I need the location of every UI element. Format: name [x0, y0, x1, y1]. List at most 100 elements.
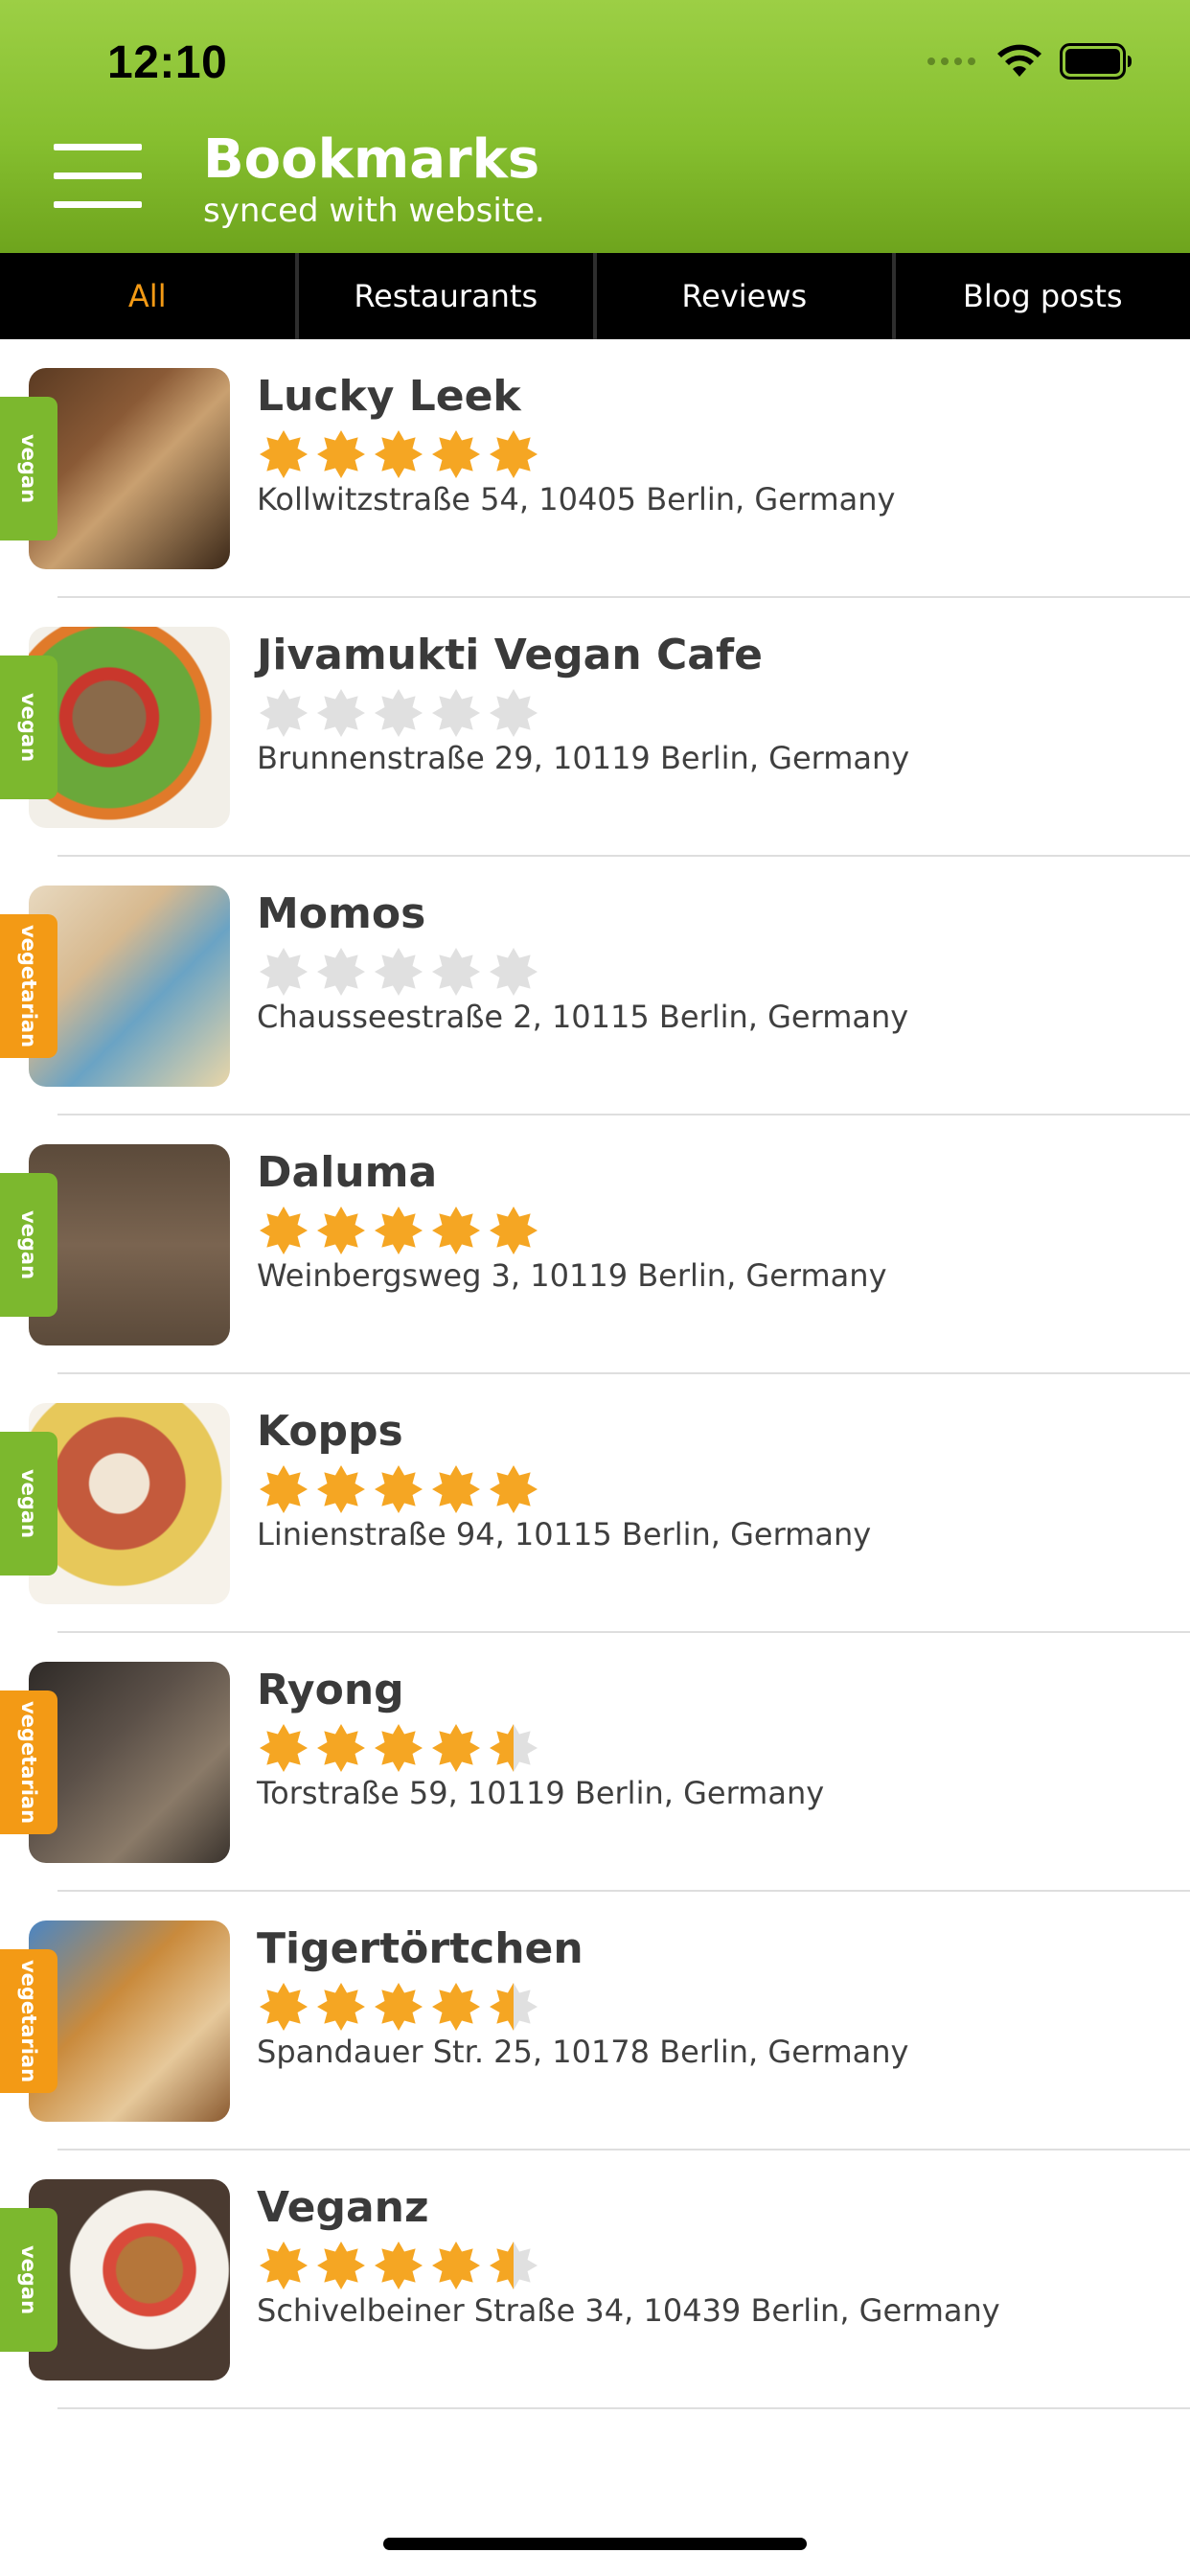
status-indicators	[927, 42, 1133, 80]
vegetarian-tag: vegetarian	[0, 1949, 57, 2093]
star-icon	[255, 2237, 312, 2294]
restaurant-name: Kopps	[257, 1407, 403, 1456]
dining-room-photo	[29, 1662, 230, 1863]
list-item[interactable]: vegan Daluma Weinbergsweg 3, 10119 Berli…	[0, 1116, 1190, 1374]
vegetarian-tag: vegetarian	[0, 1690, 57, 1834]
star-icon	[312, 943, 370, 1000]
tab-restaurants[interactable]: Restaurants	[294, 253, 594, 339]
menu-button[interactable]	[54, 142, 142, 211]
restaurant-address: Brunnenstraße 29, 10119 Berlin, Germany	[257, 740, 910, 776]
vegan-tag: vegan	[0, 1432, 57, 1576]
star-icon	[485, 943, 542, 1000]
plated-dish-photo	[29, 1403, 230, 1604]
vegetarian-tag: vegetarian	[0, 914, 57, 1058]
tab-blog-posts[interactable]: Blog posts	[891, 253, 1190, 339]
restaurant-address: Chausseestraße 2, 10115 Berlin, Germany	[257, 999, 909, 1035]
restaurant-name: Tigertörtchen	[257, 1924, 584, 1973]
page-subtitle: synced with website.	[203, 192, 545, 230]
star-rating	[255, 1719, 542, 1779]
star-icon	[312, 1978, 370, 2036]
tab-bar: All Restaurants Reviews Blog posts	[0, 253, 1190, 339]
list-item[interactable]: vegetarian Ryong Torstraße 59, 10119 Ber…	[0, 1633, 1190, 1892]
star-icon	[370, 1719, 427, 1777]
divider	[57, 2407, 1190, 2409]
star-icon	[312, 684, 370, 742]
vegan-tag: vegan	[0, 656, 57, 799]
star-icon	[255, 426, 312, 483]
star-icon	[485, 426, 542, 483]
star-icon	[485, 2237, 542, 2294]
list-item[interactable]: vegan Kopps Linienstraße 94, 10115 Berli…	[0, 1374, 1190, 1633]
star-icon	[370, 2237, 427, 2294]
star-icon	[427, 1460, 485, 1518]
star-icon	[255, 1978, 312, 2036]
star-rating	[255, 943, 542, 1002]
list-item[interactable]: vegan Jivamukti Vegan Cafe Brunnenstraße…	[0, 598, 1190, 857]
star-icon	[427, 1978, 485, 2036]
vegan-tag: vegan	[0, 1173, 57, 1317]
list-item[interactable]: vegetarian Momos Chausseestraße 2, 10115…	[0, 857, 1190, 1116]
bookmark-list: vegan Lucky Leek Kollwitzstraße 54, 1040…	[0, 339, 1190, 2409]
star-icon	[255, 1202, 312, 1259]
home-indicator	[383, 2538, 807, 2550]
tab-reviews[interactable]: Reviews	[593, 253, 892, 339]
app-header: 12:10 Bookmarks synced with website.	[0, 0, 1190, 253]
restaurant-address: Kollwitzstraße 54, 10405 Berlin, Germany	[257, 481, 896, 518]
star-icon	[312, 1460, 370, 1518]
restaurant-address: Schivelbeiner Straße 34, 10439 Berlin, G…	[257, 2292, 1000, 2329]
star-icon	[427, 1202, 485, 1259]
vegan-tag: vegan	[0, 2208, 57, 2352]
star-icon	[312, 1202, 370, 1259]
wifi-icon	[997, 44, 1041, 77]
star-icon	[427, 1719, 485, 1777]
star-rating	[255, 1460, 542, 1520]
star-icon	[255, 943, 312, 1000]
restaurant-address: Torstraße 59, 10119 Berlin, Germany	[257, 1775, 825, 1811]
bagel-sandwich-photo	[29, 2179, 230, 2380]
restaurant-name: Lucky Leek	[257, 372, 521, 421]
star-icon	[255, 684, 312, 742]
status-time: 12:10	[107, 37, 228, 88]
star-icon	[312, 2237, 370, 2294]
restaurant-name: Jivamukti Vegan Cafe	[257, 631, 763, 679]
restaurant-address: Weinbergsweg 3, 10119 Berlin, Germany	[257, 1257, 887, 1294]
restaurant-address: Linienstraße 94, 10115 Berlin, Germany	[257, 1516, 872, 1552]
restaurant-name: Daluma	[257, 1148, 438, 1197]
star-icon	[485, 1460, 542, 1518]
star-icon	[370, 426, 427, 483]
star-icon	[427, 426, 485, 483]
bowls-on-table-photo	[29, 1144, 230, 1346]
tab-all[interactable]: All	[0, 253, 295, 339]
restaurant-interior-photo	[29, 368, 230, 569]
star-icon	[370, 1978, 427, 2036]
star-icon	[485, 684, 542, 742]
hamburger-icon	[54, 144, 142, 150]
salad-plate-photo	[29, 627, 230, 828]
star-icon	[255, 1719, 312, 1777]
list-item[interactable]: vegan Lucky Leek Kollwitzstraße 54, 1040…	[0, 339, 1190, 598]
page-title: Bookmarks	[203, 128, 540, 191]
vegan-tag: vegan	[0, 397, 57, 540]
star-rating	[255, 684, 542, 744]
star-icon	[255, 1460, 312, 1518]
restaurant-name: Momos	[257, 889, 426, 938]
star-icon	[427, 2237, 485, 2294]
list-item[interactable]: vegetarian Tigertörtchen Spandauer Str. …	[0, 1892, 1190, 2150]
star-icon	[370, 943, 427, 1000]
star-icon	[370, 1202, 427, 1259]
restaurant-name: Veganz	[257, 2183, 429, 2232]
star-icon	[370, 684, 427, 742]
star-icon	[427, 684, 485, 742]
star-rating	[255, 426, 542, 485]
dumplings-photo	[29, 886, 230, 1087]
battery-icon	[1060, 43, 1132, 80]
star-icon	[312, 426, 370, 483]
star-icon	[427, 943, 485, 1000]
star-icon	[312, 1719, 370, 1777]
star-icon	[370, 1460, 427, 1518]
list-item[interactable]: vegan Veganz Schivelbeiner Straße 34, 10…	[0, 2150, 1190, 2409]
star-rating	[255, 1978, 542, 2037]
cellular-signal-icon	[927, 58, 975, 65]
star-icon	[485, 1202, 542, 1259]
star-rating	[255, 1202, 542, 1261]
